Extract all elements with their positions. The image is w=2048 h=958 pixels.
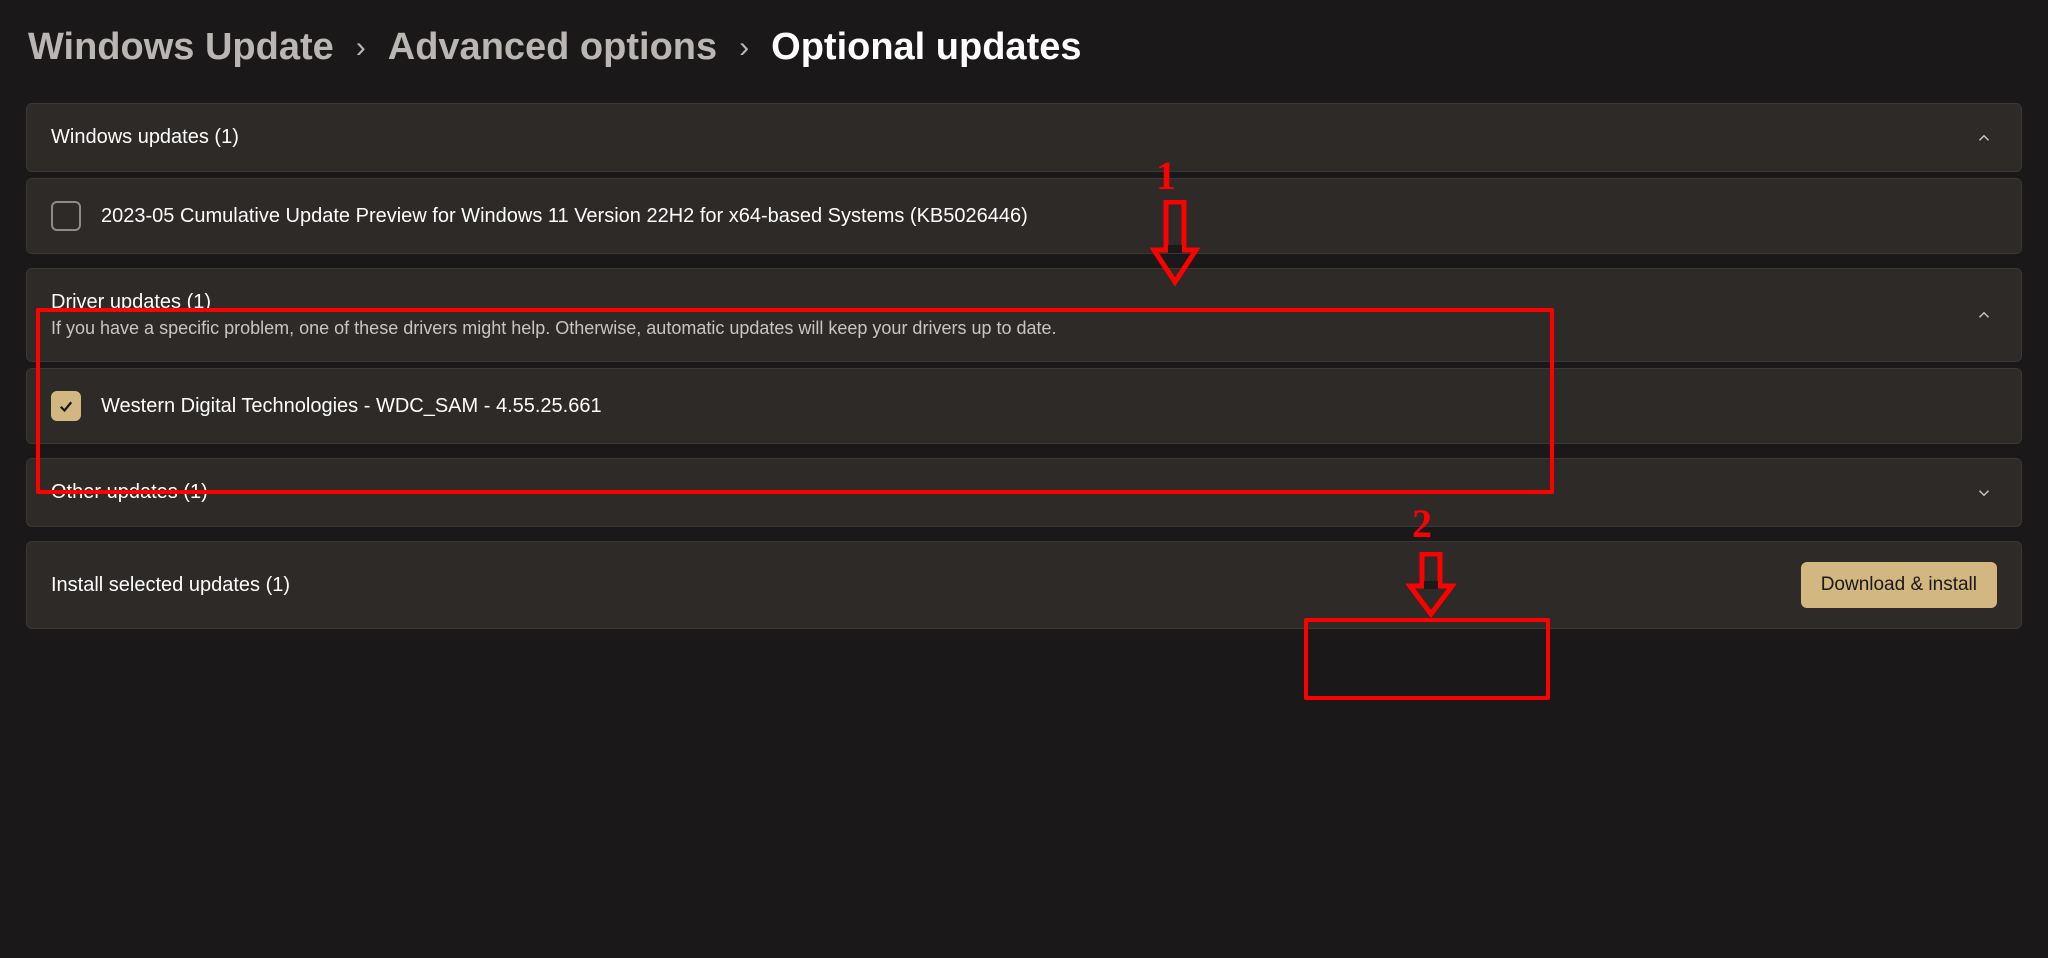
breadcrumb-advanced-options[interactable]: Advanced options bbox=[388, 26, 717, 69]
driver-updates-subtitle: If you have a specific problem, one of t… bbox=[51, 318, 1057, 339]
download-install-button[interactable]: Download & install bbox=[1801, 562, 1997, 608]
chevron-up-icon bbox=[1975, 129, 1993, 147]
driver-updates-title: Driver updates (1) bbox=[51, 291, 1057, 314]
install-selected-label: Install selected updates (1) bbox=[51, 574, 290, 597]
windows-update-item-row: 2023-05 Cumulative Update Preview for Wi… bbox=[26, 178, 2022, 254]
other-updates-expander[interactable]: Other updates (1) bbox=[26, 458, 2022, 527]
driver-updates-expander[interactable]: Driver updates (1) If you have a specifi… bbox=[26, 268, 2022, 362]
driver-update-item-row: Western Digital Technologies - WDC_SAM -… bbox=[26, 368, 2022, 444]
windows-update-item-label: 2023-05 Cumulative Update Preview for Wi… bbox=[101, 205, 1028, 228]
chevron-right-icon: › bbox=[356, 31, 366, 65]
annotation-box-download-install bbox=[1304, 618, 1550, 700]
windows-updates-expander[interactable]: Windows updates (1) bbox=[26, 103, 2022, 172]
breadcrumb: Windows Update › Advanced options › Opti… bbox=[26, 26, 2022, 69]
driver-update-item-checkbox[interactable] bbox=[51, 391, 81, 421]
chevron-right-icon: › bbox=[739, 31, 749, 65]
install-selected-card: Install selected updates (1) Download & … bbox=[26, 541, 2022, 629]
windows-updates-title: Windows updates (1) bbox=[51, 126, 239, 149]
chevron-up-icon bbox=[1975, 306, 1993, 324]
other-updates-title: Other updates (1) bbox=[51, 481, 208, 504]
chevron-down-icon bbox=[1975, 484, 1993, 502]
driver-update-item-label: Western Digital Technologies - WDC_SAM -… bbox=[101, 395, 602, 418]
windows-update-item-checkbox[interactable] bbox=[51, 201, 81, 231]
breadcrumb-windows-update[interactable]: Windows Update bbox=[28, 26, 334, 69]
breadcrumb-optional-updates: Optional updates bbox=[771, 26, 1081, 69]
